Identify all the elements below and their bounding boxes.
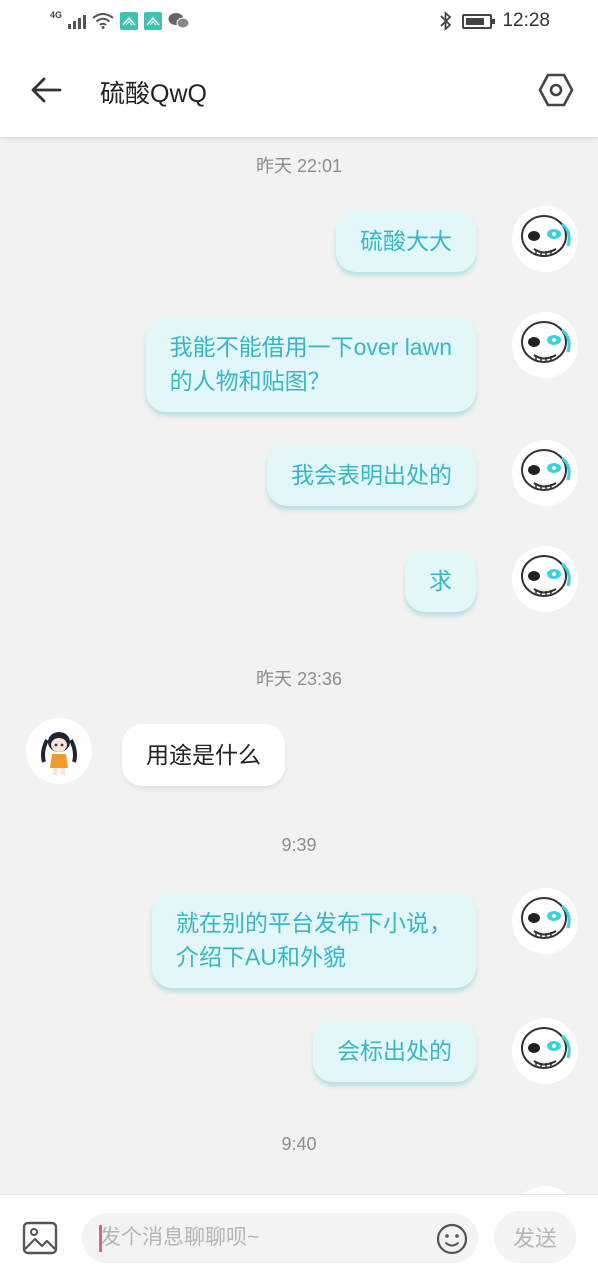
status-right: 12:28	[440, 10, 550, 32]
skull-avatar-icon	[512, 1186, 578, 1194]
notification-app-icon	[120, 12, 139, 30]
arrow-left-icon	[31, 77, 62, 103]
message-input[interactable]	[82, 1213, 478, 1263]
avatar-other[interactable]	[26, 718, 92, 784]
timestamp: 9:40	[281, 1134, 317, 1154]
message-text: 我会表明出处的	[291, 462, 452, 488]
clock: 12:28	[502, 10, 550, 31]
timestamp: 9:39	[281, 835, 317, 855]
signal-icon	[68, 13, 87, 29]
message-bubble-self[interactable]: 硫酸大大	[336, 210, 476, 272]
avatar-self[interactable]	[512, 440, 578, 506]
avatar-self[interactable]	[512, 1018, 578, 1084]
status-bar: 4G 12:28	[0, 0, 598, 44]
girl-avatar-icon	[27, 719, 91, 783]
wechat-icon	[168, 13, 190, 29]
message-line: 就在别的平台发布下小说，	[176, 910, 452, 936]
back-button[interactable]	[28, 72, 64, 108]
timestamp: 昨天 22:01	[255, 156, 343, 176]
battery-icon	[462, 13, 496, 29]
smiley-icon	[436, 1223, 468, 1255]
bluetooth-icon	[440, 11, 452, 31]
message-line: 介绍下AU和外貌	[176, 944, 346, 970]
message-line: 的人物和贴图？	[169, 368, 331, 394]
message-bubble-self[interactable]: 我会表明出处的	[267, 444, 476, 506]
wifi-icon	[92, 13, 114, 29]
avatar-self[interactable]	[512, 206, 578, 272]
message-text: 会标出处的	[337, 1038, 452, 1064]
notification-app-icon-2	[144, 12, 163, 30]
message-bubble-self[interactable]: 就在别的平台发布下小说， 介绍下AU和外貌	[152, 892, 476, 988]
message-bubble-self[interactable]: 我能不能借用一下over lawn 的人物和贴图？	[145, 316, 476, 412]
chat-title: 硫酸QwQ	[100, 80, 207, 108]
chat-area[interactable]: 昨天 22:01 硫酸大大 我能不能借用一下over lawn 的人物和贴图？ 我…	[0, 138, 598, 1194]
message-text: 求	[429, 568, 452, 594]
emoji-button[interactable]	[436, 1223, 468, 1255]
send-button[interactable]: 发送	[494, 1211, 576, 1263]
status-left: 4G	[50, 10, 190, 30]
image-button[interactable]	[22, 1221, 58, 1255]
message-bubble-self[interactable]: 求	[405, 550, 476, 612]
message-bubble-other[interactable]: 用途是什么	[122, 724, 285, 786]
skull-avatar-icon	[521, 449, 571, 491]
settings-button[interactable]	[536, 70, 576, 110]
avatar-self[interactable]	[512, 312, 578, 378]
skull-avatar-icon	[521, 321, 571, 363]
text-caret	[99, 1225, 102, 1252]
image-icon	[22, 1221, 58, 1255]
skull-avatar-icon	[521, 1027, 571, 1069]
network-type: 4G	[50, 10, 63, 20]
message-text: 用途是什么	[146, 742, 261, 768]
message-line: 我能不能借用一下over lawn	[169, 334, 452, 360]
skull-avatar-icon	[521, 555, 571, 597]
avatar-self[interactable]	[512, 546, 578, 612]
chat-header: 硫酸QwQ	[0, 44, 598, 138]
hexagon-settings-icon	[538, 73, 574, 107]
skull-avatar-icon	[521, 897, 571, 939]
skull-avatar-icon	[521, 215, 571, 257]
timestamp: 昨天 23:36	[255, 669, 343, 689]
avatar-self-partial[interactable]	[512, 1186, 578, 1194]
message-bubble-self[interactable]: 会标出处的	[313, 1020, 476, 1082]
avatar-self[interactable]	[512, 888, 578, 954]
input-bar: 发送	[0, 1194, 598, 1280]
message-text: 硫酸大大	[360, 228, 452, 254]
